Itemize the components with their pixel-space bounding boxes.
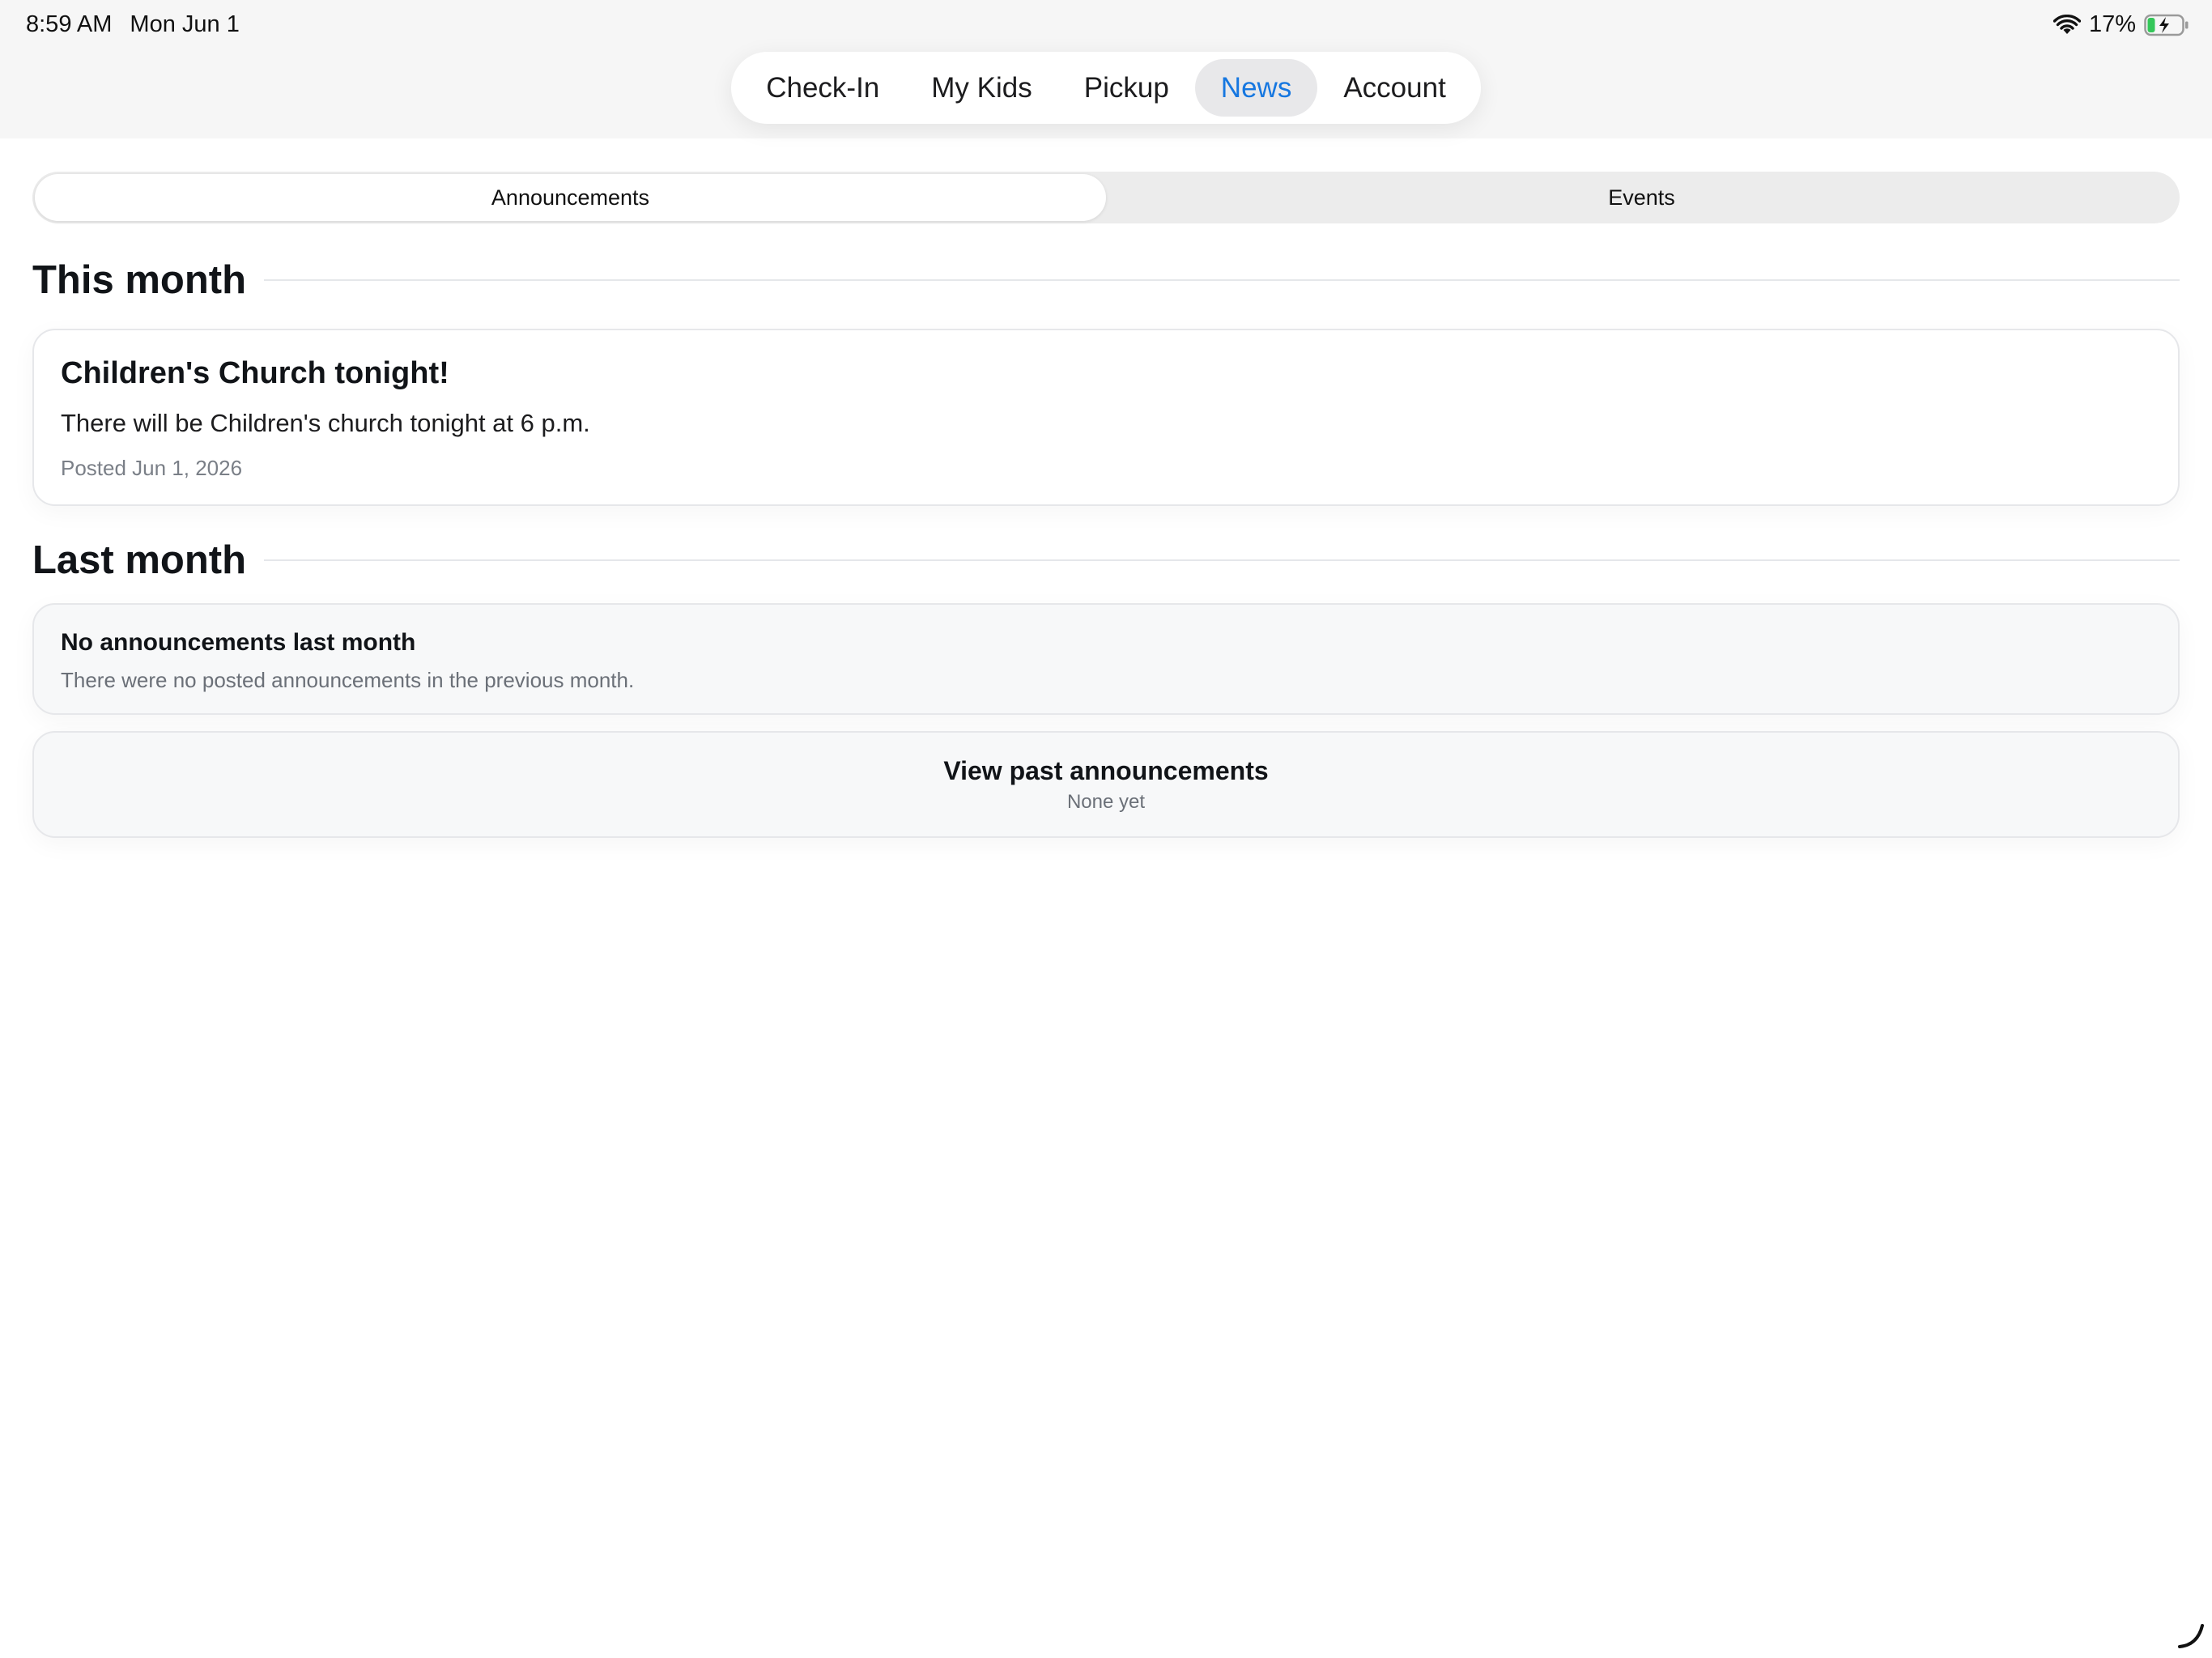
- announcement-body: There will be Children's church tonight …: [61, 409, 590, 437]
- section-heading: Last month: [32, 538, 247, 582]
- status-time: 8:59 AM: [26, 11, 113, 37]
- announcement-posted-date: Posted Jun 1, 2026: [61, 456, 243, 480]
- tab-my-kids[interactable]: My Kids: [905, 59, 1057, 117]
- past-announcements-subtitle: None yet: [1066, 790, 1146, 813]
- empty-state-card: No announcements last month There were n…: [32, 603, 2180, 715]
- tab-account[interactable]: Account: [1317, 59, 1471, 117]
- wifi-icon: [2052, 14, 2081, 36]
- empty-state-title: No announcements last month: [61, 629, 416, 656]
- segment-events[interactable]: Events: [1106, 174, 2177, 221]
- announcement-title: Children's Church tonight!: [61, 356, 449, 390]
- section-last-month: Last month: [32, 538, 2180, 583]
- view-past-announcements-button[interactable]: View past announcements None yet: [32, 731, 2180, 838]
- status-date: Mon Jun 1: [130, 11, 240, 37]
- tab-pickup[interactable]: Pickup: [1058, 59, 1195, 117]
- section-heading: This month: [32, 258, 247, 302]
- past-announcements-title: View past announcements: [943, 755, 1269, 785]
- main-tab-bar: Check-In My Kids Pickup News Account: [731, 52, 1481, 124]
- segment-announcements[interactable]: Announcements: [35, 174, 1106, 221]
- news-segmented-control: Announcements Events: [32, 172, 2180, 223]
- top-bar: 8:59 AM Mon Jun 1 17% Check-In My Kids P…: [0, 0, 2212, 138]
- status-time-date: 8:59 AM Mon Jun 1: [26, 11, 240, 38]
- status-indicators: 17%: [2052, 11, 2189, 38]
- section-divider: [264, 279, 2180, 281]
- tab-check-in[interactable]: Check-In: [740, 59, 905, 117]
- resize-handle-icon[interactable]: [2176, 1621, 2206, 1650]
- battery-charging-icon: [2144, 14, 2189, 36]
- section-this-month: This month: [32, 257, 2180, 303]
- tab-news[interactable]: News: [1194, 59, 1318, 117]
- empty-state-text: There were no posted announcements in th…: [61, 668, 635, 692]
- announcement-card[interactable]: Children's Church tonight! There will be…: [32, 329, 2180, 506]
- battery-percent: 17%: [2088, 11, 2136, 37]
- section-divider: [264, 559, 2180, 561]
